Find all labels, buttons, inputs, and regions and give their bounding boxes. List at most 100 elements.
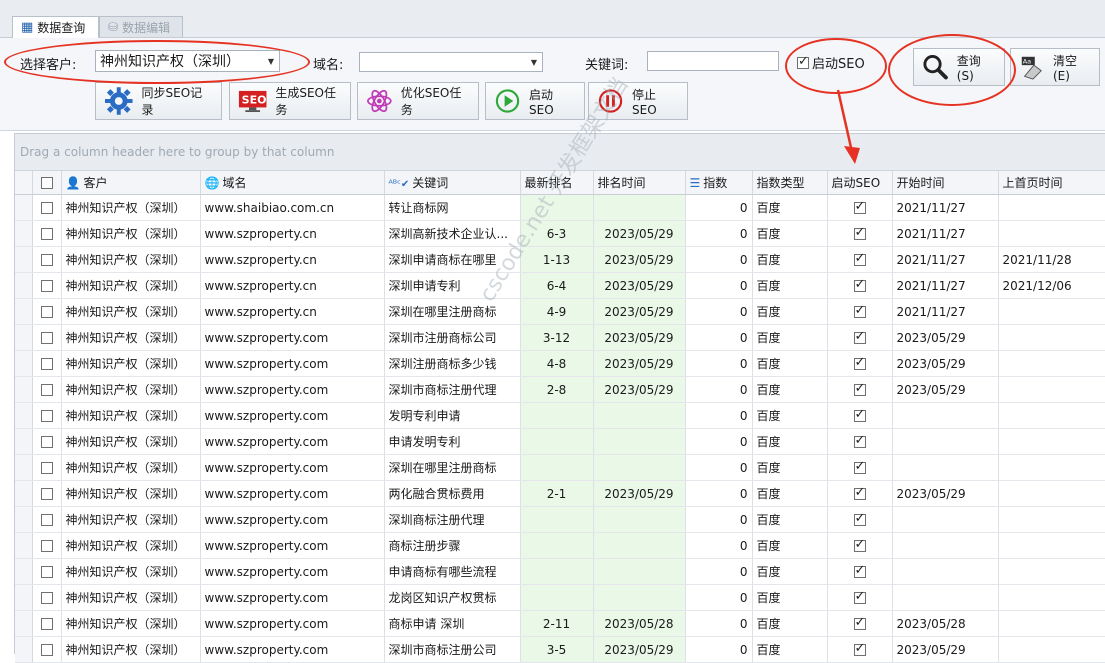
start-seo-checkbox[interactable] <box>853 641 866 656</box>
cell-start-seo[interactable] <box>827 194 893 221</box>
row-checkbox[interactable] <box>40 358 53 370</box>
row-select-cell[interactable] <box>32 194 62 221</box>
query-button[interactable]: 查询(S) <box>913 48 1005 86</box>
cell-start-seo[interactable] <box>827 272 893 299</box>
row-indicator[interactable] <box>15 350 33 377</box>
start-seo-checkbox[interactable] <box>853 407 866 422</box>
cell-start-seo[interactable] <box>827 428 893 455</box>
row-indicator[interactable] <box>15 324 33 351</box>
row-select-cell[interactable] <box>32 402 62 429</box>
cell-start-seo[interactable] <box>827 506 893 533</box>
table-row[interactable]: 神州知识产权（深圳） www.szproperty.com 商标申请 深圳 2-11 2… <box>15 610 1105 637</box>
column-header-first-page-time[interactable]: 上首页时间 <box>998 171 1105 195</box>
start-seo-checkbox[interactable] <box>853 433 866 448</box>
tab-data-edit[interactable]: ⛁ 数据编辑 <box>99 16 183 37</box>
start-seo-checkbox[interactable] <box>797 54 809 69</box>
domain-select[interactable]: ▼ <box>359 52 543 72</box>
row-select-cell[interactable] <box>32 350 62 377</box>
start-seo-checkbox[interactable] <box>853 459 866 474</box>
row-indicator[interactable] <box>15 532 33 559</box>
start-seo-checkbox[interactable] <box>853 615 866 630</box>
row-indicator[interactable] <box>15 194 33 221</box>
cell-start-seo[interactable] <box>827 454 893 481</box>
row-checkbox[interactable] <box>40 306 53 318</box>
row-select-cell[interactable] <box>32 246 62 273</box>
table-row[interactable]: 神州知识产权（深圳） www.szproperty.com 深圳市商标注册公司 3-5… <box>15 636 1105 663</box>
select-all-header[interactable] <box>32 171 62 195</box>
row-select-cell[interactable] <box>32 610 62 637</box>
column-header-rank[interactable]: 最新排名 <box>520 171 594 195</box>
start-seo-filter[interactable]: 启动SEO <box>797 53 865 72</box>
row-indicator[interactable] <box>15 272 33 299</box>
table-row[interactable]: 神州知识产权（深圳） www.szproperty.com 深圳市商标注册代理 2-8… <box>15 376 1105 403</box>
row-checkbox[interactable] <box>40 202 53 214</box>
row-checkbox[interactable] <box>40 592 53 604</box>
start-seo-checkbox[interactable] <box>853 563 866 578</box>
row-checkbox[interactable] <box>40 566 53 578</box>
column-header-rank-time[interactable]: 排名时间 <box>593 171 686 195</box>
row-checkbox[interactable] <box>40 514 53 526</box>
table-row[interactable]: 神州知识产权（深圳） www.szproperty.cn 深圳申请商标在哪里 1-13… <box>15 246 1105 273</box>
row-select-cell[interactable] <box>32 298 62 325</box>
row-select-cell[interactable] <box>32 480 62 507</box>
column-header-index-type[interactable]: 指数类型 <box>752 171 828 195</box>
row-checkbox[interactable] <box>40 618 53 630</box>
row-select-cell[interactable] <box>32 324 62 351</box>
cell-start-seo[interactable] <box>827 298 893 325</box>
row-indicator[interactable] <box>15 506 33 533</box>
column-header-start-seo[interactable]: 启动SEO <box>827 171 893 195</box>
select-all-checkbox[interactable] <box>40 177 53 189</box>
row-select-cell[interactable] <box>32 532 62 559</box>
row-indicator[interactable] <box>15 636 33 663</box>
table-row[interactable]: 神州知识产权（深圳） www.szproperty.com 深圳在哪里注册商标 0 百度 <box>15 454 1105 481</box>
column-header-customer[interactable]: 👤 客户 <box>61 171 201 195</box>
row-checkbox[interactable] <box>40 410 53 422</box>
cell-start-seo[interactable] <box>827 636 893 663</box>
cell-start-seo[interactable] <box>827 480 893 507</box>
row-checkbox[interactable] <box>40 540 53 552</box>
row-checkbox[interactable] <box>40 436 53 448</box>
row-select-cell[interactable] <box>32 272 62 299</box>
keyword-input[interactable] <box>647 51 779 71</box>
start-seo-checkbox[interactable] <box>853 381 866 396</box>
start-seo-checkbox[interactable] <box>853 251 866 266</box>
row-indicator[interactable] <box>15 428 33 455</box>
table-row[interactable]: 神州知识产权（深圳） www.szproperty.cn 深圳申请专利 6-4 2023… <box>15 272 1105 299</box>
row-checkbox[interactable] <box>40 332 53 344</box>
row-indicator[interactable] <box>15 220 33 247</box>
cell-start-seo[interactable] <box>827 402 893 429</box>
row-select-cell[interactable] <box>32 558 62 585</box>
cell-start-seo[interactable] <box>827 610 893 637</box>
row-indicator[interactable] <box>15 298 33 325</box>
start-seo-checkbox[interactable] <box>853 199 866 214</box>
row-checkbox[interactable] <box>40 254 53 266</box>
stop-seo-button[interactable]: 停止SEO <box>588 82 688 120</box>
row-select-cell[interactable] <box>32 220 62 247</box>
column-header-keyword[interactable]: ᴬᴮᶜ✔ 关键词 <box>384 171 521 195</box>
customer-select[interactable]: 神州知识产权（深圳） ▼ <box>95 50 280 72</box>
cell-start-seo[interactable] <box>827 324 893 351</box>
table-row[interactable]: 神州知识产权（深圳） www.szproperty.com 商标注册步骤 0 百度 <box>15 532 1105 559</box>
row-indicator[interactable] <box>15 376 33 403</box>
table-row[interactable]: 神州知识产权（深圳） www.szproperty.cn 深圳在哪里注册商标 4-9 2… <box>15 298 1105 325</box>
table-row[interactable]: 神州知识产权（深圳） www.szproperty.com 发明专利申请 0 百度 <box>15 402 1105 429</box>
start-seo-checkbox[interactable] <box>853 329 866 344</box>
cell-start-seo[interactable] <box>827 376 893 403</box>
table-row[interactable]: 神州知识产权（深圳） www.szproperty.com 申请商标有哪些流程 0 百度 <box>15 558 1105 585</box>
row-select-cell[interactable] <box>32 454 62 481</box>
tab-data-query[interactable]: ▦ 数据查询 <box>12 16 99 38</box>
clear-button[interactable]: Aa 清空(E) <box>1010 48 1100 86</box>
group-by-panel[interactable]: Drag a column header here to group by th… <box>15 134 1105 171</box>
row-checkbox[interactable] <box>40 280 53 292</box>
column-header-domain[interactable]: 🌐 域名 <box>200 171 385 195</box>
row-indicator[interactable] <box>15 480 33 507</box>
table-row[interactable]: 神州知识产权（深圳） www.szproperty.com 两化融合贯标费用 2-1 2… <box>15 480 1105 507</box>
table-row[interactable]: 神州知识产权（深圳）www.shaibiao.com.cn转让商标网 0百度 202… <box>15 194 1105 221</box>
row-select-cell[interactable] <box>32 584 62 611</box>
column-header-start-time[interactable]: 开始时间 <box>892 171 999 195</box>
row-indicator[interactable] <box>15 558 33 585</box>
row-checkbox[interactable] <box>40 488 53 500</box>
sync-seo-button[interactable]: 同步SEO记录 <box>95 82 222 120</box>
start-seo-checkbox[interactable] <box>853 303 866 318</box>
row-checkbox[interactable] <box>40 228 53 240</box>
